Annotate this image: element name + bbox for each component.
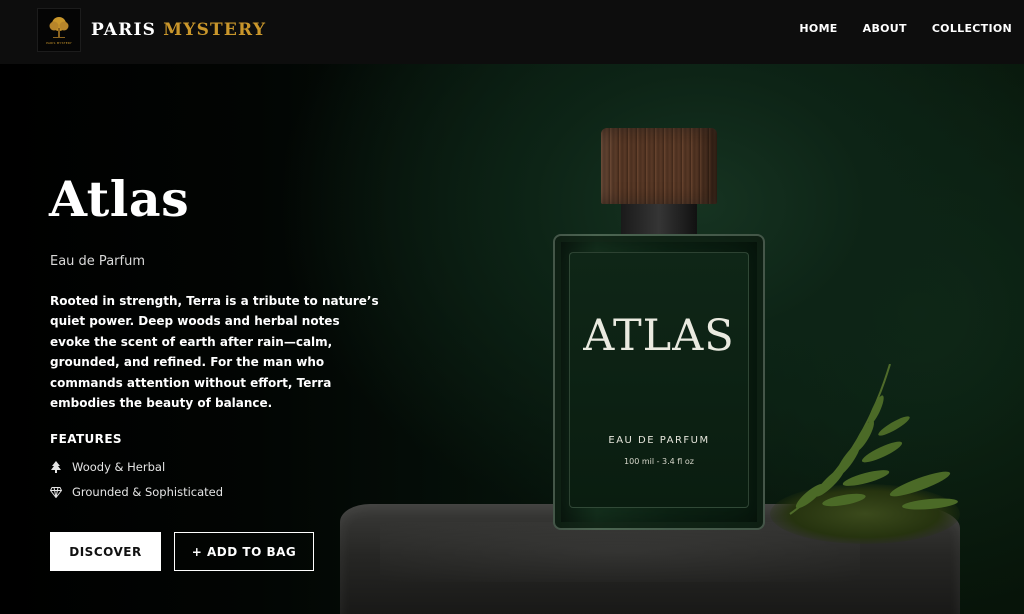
bottle-label-panel <box>569 252 749 508</box>
hero-section: ATLAS EAU DE PARFUM 100 mil - 3.4 fl oz … <box>0 64 1024 614</box>
diamond-icon <box>50 486 62 498</box>
bottle-size: 100 mil - 3.4 fl oz <box>624 457 694 466</box>
bottle-neck <box>621 204 697 234</box>
feature-label: Grounded & Sophisticated <box>72 485 224 499</box>
fern-leaf-image <box>789 364 958 515</box>
perfume-bottle: ATLAS EAU DE PARFUM 100 mil - 3.4 fl oz <box>553 234 765 530</box>
features-heading: FEATURES <box>50 432 122 446</box>
tree-icon <box>49 17 69 38</box>
brand-name-part1: PARIS <box>91 20 157 40</box>
discover-button[interactable]: DISCOVER <box>50 532 161 571</box>
navbar: PARIS MYSTERY PARIS MYSTERY HOME ABOUT C… <box>0 0 1024 64</box>
product-subtitle: Eau de Parfum <box>50 254 145 269</box>
feature-item: Woody & Herbal <box>50 460 165 474</box>
product-description: Rooted in strength, Terra is a tribute t… <box>50 294 379 411</box>
product-title: Atlas <box>49 170 190 228</box>
nav-collection[interactable]: COLLECTION <box>932 22 1012 35</box>
bottle-name: ATLAS <box>583 311 735 361</box>
bottle-cap <box>601 128 717 204</box>
nav-home[interactable]: HOME <box>799 22 837 35</box>
tree-icon <box>50 461 62 473</box>
brand-name-part2: MYSTERY <box>163 20 267 40</box>
feature-item: Grounded & Sophisticated <box>50 485 223 499</box>
logo-caption: PARIS MYSTERY <box>46 41 72 45</box>
brand-name[interactable]: PARIS MYSTERY <box>91 20 266 40</box>
nav-about[interactable]: ABOUT <box>863 22 907 35</box>
add-to-bag-button[interactable]: + ADD TO BAG <box>174 532 314 571</box>
bottle-type: EAU DE PARFUM <box>608 435 710 446</box>
brand-logo[interactable]: PARIS MYSTERY <box>37 8 81 52</box>
feature-label: Woody & Herbal <box>72 460 166 474</box>
nav-menu: HOME ABOUT COLLECTION <box>774 22 1012 35</box>
